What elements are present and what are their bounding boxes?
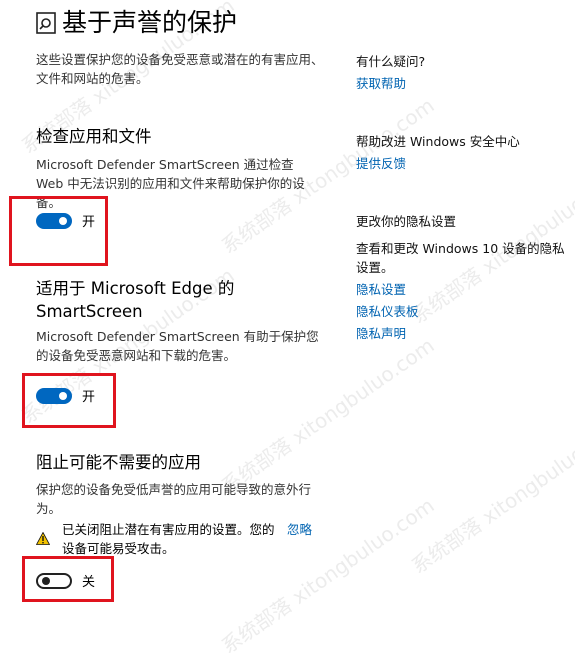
section-heading-edge: 适用于 Microsoft Edge 的 SmartScreen [36,277,234,323]
privacy-dashboard-link[interactable]: 隐私仪表板 [356,303,419,321]
section-desc-pua: 保护您的设备免受低声誉的应用可能导致的意外行为。 [36,482,312,516]
dismiss-link[interactable]: 忽略 [287,521,312,539]
page-intro: 这些设置保护您的设备免受恶意或潜在的有害应用、文件和网站的危害。 [36,52,324,86]
pua-warning-line2: 设备可能易受攻击。 [62,541,175,556]
section-heading-apps-files: 检查应用和文件 [36,127,152,146]
apps-files-toggle[interactable]: 开 [36,211,95,230]
page-title: 基于声誉的保护 [62,8,238,37]
reputation-shield-icon [36,12,56,34]
pua-warning-text: 已关闭阻止潜在有害应用的设置。您的 设备可能易受攻击。 [62,520,275,558]
sidebar-improve-heading: 帮助改进 Windows 安全中心 [356,134,520,149]
toggle-state-label: 关 [82,575,96,590]
feedback-link[interactable]: 提供反馈 [356,155,406,173]
watermark-text: 系统部落 xitongbuluo.com [406,413,575,579]
toggle-state-label: 开 [82,215,96,230]
sidebar-questions-heading: 有什么疑问? [356,54,426,69]
privacy-statement-link[interactable]: 隐私声明 [356,325,406,343]
section-heading-edge-line2: SmartScreen [36,302,143,321]
section-heading-pua: 阻止可能不需要的应用 [36,453,201,472]
pua-toggle[interactable]: 关 [36,571,95,590]
sidebar-privacy-heading: 更改你的隐私设置 [356,214,457,229]
toggle-switch[interactable] [36,212,72,229]
edge-toggle[interactable]: 开 [36,386,95,405]
pua-warning-line1: 已关闭阻止潜在有害应用的设置。您的 [62,522,275,537]
privacy-settings-link[interactable]: 隐私设置 [356,281,406,299]
toggle-state-label: 开 [82,390,96,405]
warning-icon [35,530,51,549]
toggle-switch[interactable] [36,387,72,404]
sidebar-privacy-desc: 查看和更改 Windows 10 设备的隐私设置。 [356,241,565,275]
section-heading-edge-line1: 适用于 Microsoft Edge 的 [36,279,235,298]
toggle-switch[interactable] [36,572,72,589]
get-help-link[interactable]: 获取帮助 [356,75,406,93]
section-desc-apps-files: Microsoft Defender SmartScreen 通过检查 Web … [36,157,305,210]
section-desc-edge: Microsoft Defender SmartScreen 有助于保护您的设备… [36,329,319,363]
